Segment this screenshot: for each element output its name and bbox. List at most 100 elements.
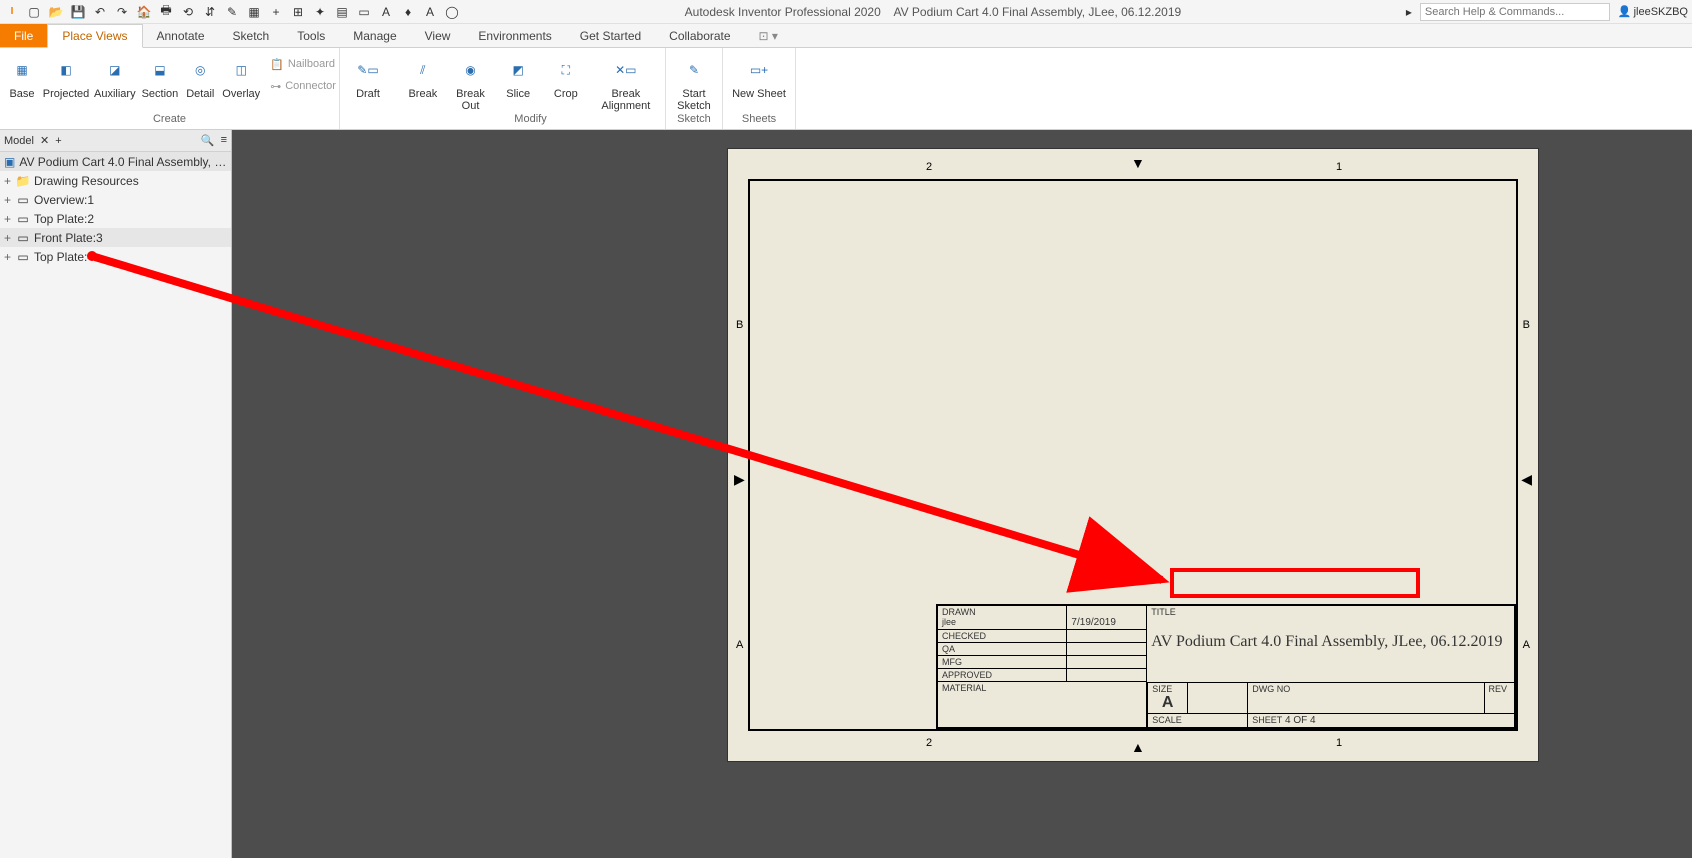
expand-icon[interactable]: + <box>4 193 16 207</box>
tab-environments[interactable]: Environments <box>464 24 565 47</box>
browser-title: Model <box>4 135 34 147</box>
overlay-icon: ◫ <box>225 54 257 86</box>
qat-icon13[interactable]: ◯ <box>444 4 460 20</box>
search-icon[interactable]: 🔍 <box>201 134 215 147</box>
qat-icon9[interactable]: ▭ <box>356 4 372 20</box>
breakout-button[interactable]: ◉Break Out <box>450 52 492 112</box>
tab-file[interactable]: File <box>0 24 47 47</box>
tree-root[interactable]: ▣ AV Podium Cart 4.0 Final Assembly, JLe… <box>0 152 231 171</box>
break-alignment-button[interactable]: ✕▭Break Alignment <box>593 52 659 112</box>
qat-icon2[interactable]: ⇵ <box>202 4 218 20</box>
open-icon[interactable]: 📂 <box>48 4 64 20</box>
grid-bot-2: 2 <box>926 737 932 749</box>
projected-button[interactable]: ◧Projected <box>44 52 88 100</box>
tab-extra[interactable]: ⊡ ▾ <box>745 24 792 47</box>
start-sketch-button[interactable]: ✎Start Sketch <box>672 52 716 112</box>
app-icon[interactable]: I <box>4 4 20 20</box>
tree-node-topplate4[interactable]: + ▭ Top Plate:4 <box>0 247 231 266</box>
tab-tools[interactable]: Tools <box>283 24 339 47</box>
group-sheets-label: Sheets <box>723 113 795 129</box>
app-name: Autodesk Inventor Professional 2020 <box>685 5 881 19</box>
home-icon[interactable]: 🏠 <box>136 4 152 20</box>
search-input[interactable] <box>1420 3 1610 21</box>
print-icon[interactable]: 🖶 <box>158 4 174 20</box>
tab-annotate[interactable]: Annotate <box>143 24 219 47</box>
qat-icon11[interactable]: ♦ <box>400 4 416 20</box>
qat-icon4[interactable]: ▦ <box>246 4 262 20</box>
user-menu[interactable]: 👤 jleeSKZBQ <box>1618 5 1688 18</box>
grid-top-2: 2 <box>926 161 932 173</box>
tab-place-views[interactable]: Place Views <box>47 24 142 48</box>
annotation-highlight-box <box>1170 568 1420 598</box>
qat-icon6[interactable]: ⊞ <box>290 4 306 20</box>
tab-sketch[interactable]: Sketch <box>219 24 284 47</box>
expand-icon[interactable]: + <box>4 174 16 188</box>
qat-icon10[interactable]: A <box>378 4 394 20</box>
quick-access-toolbar: I ▢ 📂 💾 ↶ ↷ 🏠 🖶 ⟲ ⇵ ✎ ▦ + ⊞ ✦ ▤ ▭ A ♦ A … <box>4 4 460 20</box>
tab-collaborate[interactable]: Collaborate <box>655 24 744 47</box>
crop-button[interactable]: ⛶Crop <box>545 52 587 100</box>
grid-right-a: A <box>1523 639 1530 651</box>
sheet-icon: ▭ <box>16 212 30 226</box>
expand-icon[interactable]: + <box>4 231 16 245</box>
break-button[interactable]: ⫽Break <box>402 52 444 100</box>
base-icon: ▦ <box>6 54 38 86</box>
qat-icon12[interactable]: A <box>422 4 438 20</box>
tb-approved-label: APPROVED <box>938 669 1067 682</box>
title-block[interactable]: DRAWN jlee 7/19/2019 TITLE AV Podium Car… <box>936 604 1516 729</box>
expand-icon[interactable]: + <box>4 250 16 264</box>
overlay-button[interactable]: ◫Overlay <box>222 52 260 100</box>
save-icon[interactable]: 💾 <box>70 4 86 20</box>
qat-icon1[interactable]: ⟲ <box>180 4 196 20</box>
crop-icon: ⛶ <box>550 54 582 86</box>
qat-icon5[interactable]: + <box>268 4 284 20</box>
qat-icon8[interactable]: ▤ <box>334 4 350 20</box>
connector-button: ⊶Connector <box>266 76 340 96</box>
ribbon-tabs: File Place Views Annotate Sketch Tools M… <box>0 24 1692 48</box>
titlebar: I ▢ 📂 💾 ↶ ↷ 🏠 🖶 ⟲ ⇵ ✎ ▦ + ⊞ ✦ ▤ ▭ A ♦ A … <box>0 0 1692 24</box>
browser-header: Model ✕ + 🔍 ≡ <box>0 130 231 152</box>
tree-node-overview[interactable]: + ▭ Overview:1 <box>0 190 231 209</box>
tb-title-label: TITLE <box>1151 607 1510 617</box>
tb-drawn-by: jlee <box>942 617 1062 627</box>
user-name: jleeSKZBQ <box>1634 6 1688 18</box>
tb-scale-label: SCALE <box>1148 713 1248 727</box>
slice-button[interactable]: ◩Slice <box>497 52 539 100</box>
redo-icon[interactable]: ↷ <box>114 4 130 20</box>
tb-drawn-date: 7/19/2019 <box>1067 606 1147 630</box>
grid-left-a: A <box>736 639 743 651</box>
tb-dwgno-label: DWG NO <box>1248 682 1484 713</box>
tree-node-frontplate3[interactable]: + ▭ Front Plate:3 <box>0 228 231 247</box>
canvas[interactable]: 2 1 2 1 B A B A ▼ ▲ ▶ ◀ DRAWN jlee <box>232 130 1692 858</box>
connector-icon: ⊶ <box>270 80 281 93</box>
slice-icon: ◩ <box>502 54 534 86</box>
browser-add-icon[interactable]: + <box>55 135 61 147</box>
undo-icon[interactable]: ↶ <box>92 4 108 20</box>
main-area: Model ✕ + 🔍 ≡ ▣ AV Podium Cart 4.0 Final… <box>0 130 1692 858</box>
nailboard-button[interactable]: 📋Nailboard <box>266 54 340 74</box>
start-sketch-icon: ✎ <box>678 54 710 86</box>
new-icon[interactable]: ▢ <box>26 4 42 20</box>
new-sheet-button[interactable]: ▭+New Sheet <box>729 52 789 100</box>
menu-icon[interactable]: ≡ <box>221 134 227 147</box>
browser-tree: ▣ AV Podium Cart 4.0 Final Assembly, JLe… <box>0 152 231 858</box>
auxiliary-button[interactable]: ◪Auxiliary <box>94 52 136 100</box>
tb-title-value: AV Podium Cart 4.0 Final Assembly, JLee,… <box>1151 617 1510 651</box>
detail-button[interactable]: ◎Detail <box>184 52 216 100</box>
qat-icon7[interactable]: ✦ <box>312 4 328 20</box>
base-button[interactable]: ▦Base <box>6 52 38 100</box>
tab-manage[interactable]: Manage <box>339 24 410 47</box>
grid-left-b: B <box>736 319 743 331</box>
tab-get-started[interactable]: Get Started <box>566 24 655 47</box>
expand-icon[interactable]: + <box>4 212 16 226</box>
section-button[interactable]: ⬓Section <box>142 52 179 100</box>
qat-icon3[interactable]: ✎ <box>224 4 240 20</box>
tab-view[interactable]: View <box>411 24 465 47</box>
tree-node-resources[interactable]: + 📁 Drawing Resources <box>0 171 231 190</box>
browser-close-icon[interactable]: ✕ <box>40 134 49 147</box>
group-create-label: Create <box>0 113 339 129</box>
chevron-right-icon[interactable]: ▸ <box>1406 5 1412 19</box>
drawing-sheet[interactable]: 2 1 2 1 B A B A ▼ ▲ ▶ ◀ DRAWN jlee <box>727 148 1539 762</box>
draft-button[interactable]: ✎▭Draft <box>346 52 390 100</box>
tree-node-topplate2[interactable]: + ▭ Top Plate:2 <box>0 209 231 228</box>
